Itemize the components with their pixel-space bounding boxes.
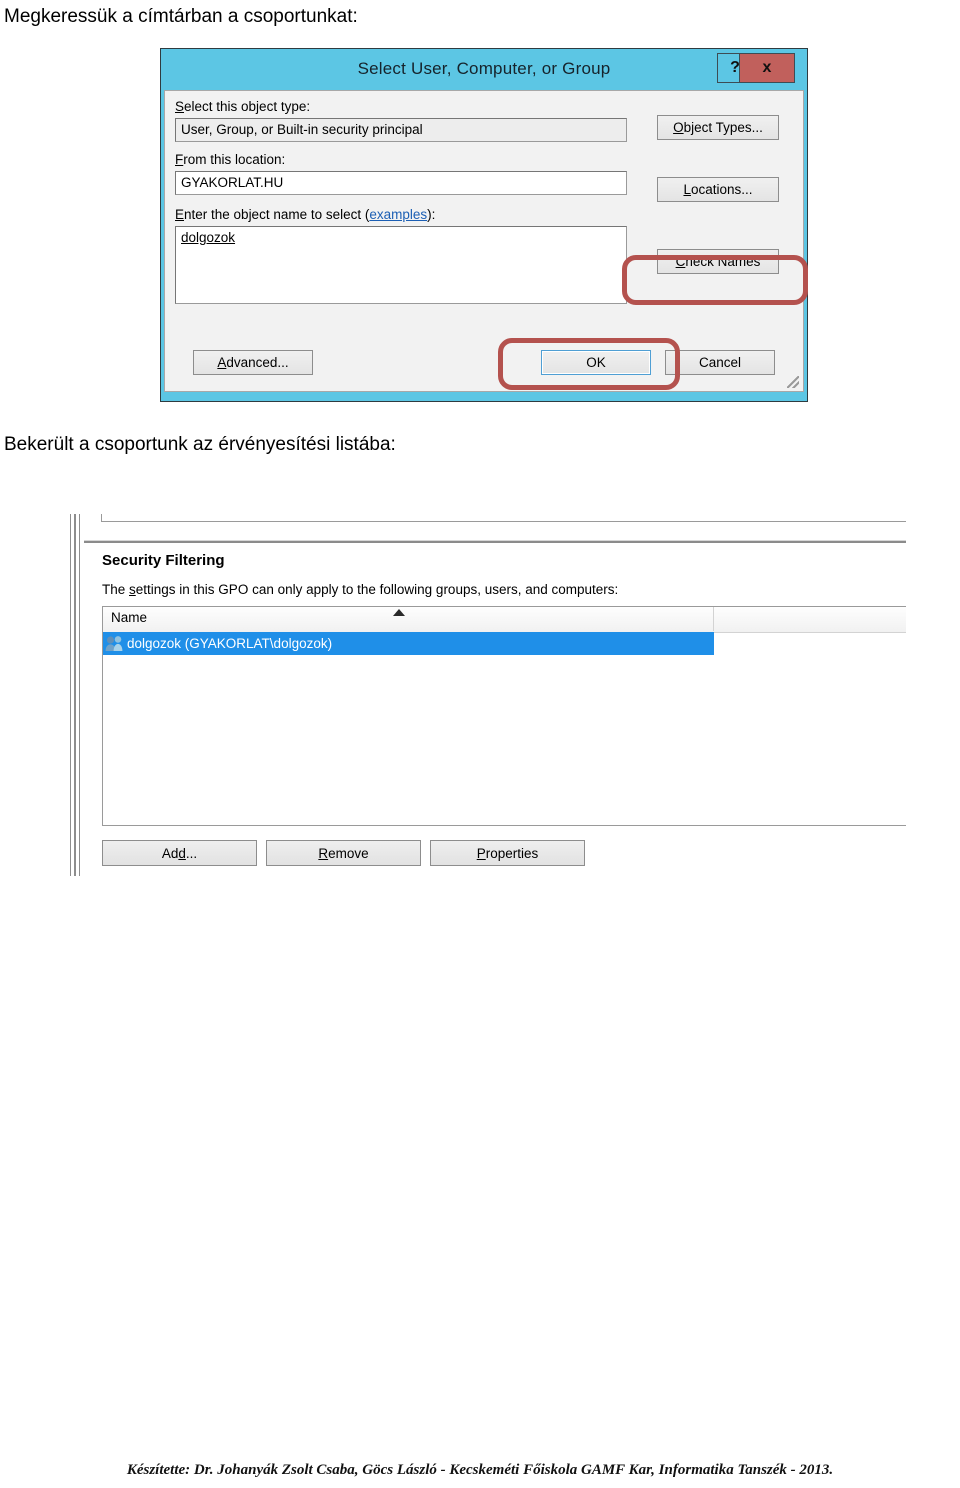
ok-button[interactable]: OK	[541, 350, 651, 375]
security-filtering-list[interactable]: Name dolgozok (GYAKORLAT\dolgozok)	[102, 606, 906, 826]
object-type-label-rest: elect this object type:	[184, 99, 311, 114]
object-type-label: Select this object type:	[175, 99, 793, 114]
remove-button-rest: emove	[328, 845, 369, 861]
object-type-field[interactable]: User, Group, or Built-in security princi…	[175, 118, 627, 142]
section-divider	[84, 540, 906, 543]
examples-link[interactable]: examples	[369, 207, 427, 222]
dialog-title: Select User, Computer, or Group	[357, 59, 611, 78]
object-types-button-rest: bject Types...	[683, 120, 763, 135]
sort-ascending-icon	[393, 609, 405, 616]
object-type-label-accel: S	[175, 99, 185, 114]
cancel-button[interactable]: Cancel	[665, 350, 775, 375]
list-item[interactable]: dolgozok (GYAKORLAT\dolgozok)	[103, 632, 714, 655]
security-filtering-description: The settings in this GPO can only apply …	[102, 582, 618, 597]
object-types-button-accel: O	[673, 120, 684, 135]
object-types-button[interactable]: Object Types...	[657, 115, 779, 140]
list-item-label: dolgozok (GYAKORLAT\dolgozok)	[127, 636, 333, 651]
splitter-line-2	[79, 514, 80, 876]
add-button-post: ...	[185, 845, 198, 861]
column-header-name[interactable]: Name	[103, 607, 714, 631]
splitter-line-1	[70, 514, 71, 876]
dialog-body: Select this object type: User, Group, or…	[164, 90, 804, 338]
location-label: From this location:	[175, 152, 793, 167]
locations-button-rest: ocations...	[690, 182, 753, 197]
locations-button-accel: L	[683, 182, 691, 197]
object-name-label-post: ):	[427, 207, 436, 222]
properties-button[interactable]: Properties	[430, 840, 585, 866]
security-filtering-pane: Security Filtering The settings in this …	[84, 514, 906, 876]
close-icon[interactable]: x	[739, 53, 795, 83]
remove-button-accel: R	[318, 845, 329, 861]
remove-button[interactable]: Remove	[266, 840, 421, 866]
check-names-button-accel: C	[675, 254, 686, 269]
locations-button[interactable]: Locations...	[657, 177, 779, 202]
location-label-accel: F	[175, 152, 184, 167]
list-header-row: Name	[103, 607, 906, 633]
sf-desc-post: ettings in this GPO can only apply to th…	[135, 582, 619, 597]
object-name-label: Enter the object name to select (example…	[175, 207, 793, 222]
object-name-label-pre: nter the object name to select (	[184, 207, 370, 222]
add-button[interactable]: Ad d...	[102, 840, 257, 866]
advanced-button-rest: dvanced...	[226, 355, 289, 370]
security-filtering-heading: Security Filtering	[102, 552, 225, 569]
resize-grip-icon[interactable]	[787, 376, 799, 388]
properties-button-rest: roperties	[485, 845, 539, 861]
partial-control-above	[101, 514, 906, 522]
sf-desc-accel: s	[129, 582, 136, 597]
check-names-button[interactable]: Check Names	[657, 249, 779, 274]
sf-desc-pre: The	[102, 582, 130, 597]
properties-button-accel: P	[476, 845, 486, 861]
object-name-input[interactable]: dolgozok	[175, 226, 627, 304]
object-name-label-accel: E	[175, 207, 185, 222]
page-caption-middle: Bekerült a csoportunk az érvényesítési l…	[4, 434, 396, 455]
check-names-button-rest: heck Names	[685, 254, 761, 269]
dialog-titlebar: Select User, Computer, or Group ? x	[164, 52, 804, 90]
advanced-button-accel: A	[217, 355, 227, 370]
dialog-footer: Advanced... OK Cancel	[164, 338, 804, 392]
group-icon	[105, 635, 125, 652]
security-filtering-screenshot: Security Filtering The settings in this …	[68, 514, 906, 876]
location-field[interactable]: GYAKORLAT.HU	[175, 171, 627, 195]
object-name-value: dolgozok	[181, 230, 236, 245]
add-button-accel: d	[178, 845, 186, 861]
advanced-button[interactable]: Advanced...	[193, 350, 313, 375]
page-caption-top: Megkeressük a címtárban a csoportunkat:	[4, 6, 358, 27]
select-user-dialog-screenshot: Select User, Computer, or Group ? x Sele…	[160, 48, 808, 402]
add-button-pre: Ad	[161, 845, 179, 861]
splitter-handle[interactable]	[74, 514, 76, 876]
location-label-rest: rom this location:	[183, 152, 286, 167]
page-footer: Készítette: Dr. Johanyák Zsolt Csaba, Gö…	[126, 1462, 834, 1478]
